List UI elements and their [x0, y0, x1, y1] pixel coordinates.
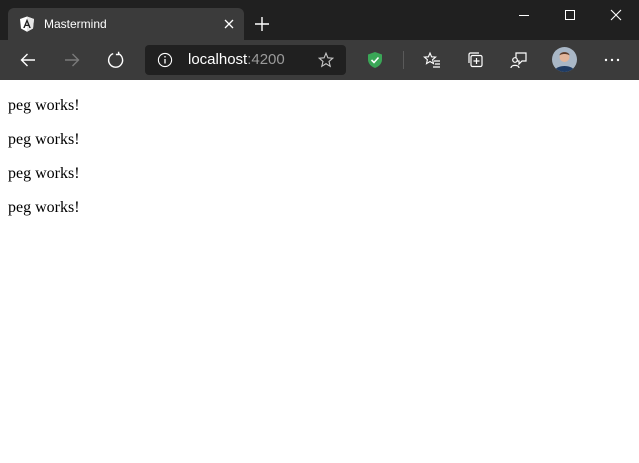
tab-strip: Mastermind: [0, 0, 639, 40]
collections-button[interactable]: [462, 46, 490, 74]
favorites-button[interactable]: [418, 46, 446, 74]
maximize-button[interactable]: [547, 0, 593, 32]
url-text[interactable]: localhost:4200: [188, 52, 285, 68]
forward-button[interactable]: [58, 46, 86, 74]
star-icon[interactable]: [317, 51, 335, 68]
page-content: peg works! peg works! peg works! peg wor…: [0, 80, 639, 463]
extension-shield-button[interactable]: [361, 46, 389, 74]
feedback-button[interactable]: [505, 46, 533, 74]
peg-text: peg works!: [8, 97, 80, 114]
maximize-icon: [565, 10, 575, 20]
peg-text: peg works!: [8, 165, 80, 182]
back-arrow-icon: [20, 53, 35, 67]
shield-check-icon: [368, 52, 382, 68]
tab-title: Mastermind: [44, 17, 107, 31]
refresh-icon: [107, 51, 124, 68]
close-window-button[interactable]: [593, 0, 639, 32]
peg-text: peg works!: [8, 131, 80, 148]
info-icon[interactable]: [157, 52, 173, 68]
more-options-button[interactable]: [598, 46, 626, 74]
close-icon: [610, 9, 622, 21]
new-tab-icon[interactable]: [252, 14, 272, 34]
close-tab-icon[interactable]: [222, 17, 236, 31]
feedback-icon: [510, 52, 527, 69]
favorites-icon: [423, 51, 440, 68]
collections-icon: [468, 52, 483, 68]
browser-window: Mastermind localhost:4200 peg works! peg…: [0, 0, 639, 463]
minimize-icon: [519, 15, 529, 16]
toolbar-divider: [403, 51, 404, 69]
back-button[interactable]: [14, 46, 42, 74]
address-bar[interactable]: localhost:4200: [145, 45, 346, 75]
more-icon: [604, 58, 620, 62]
forward-arrow-icon: [65, 53, 80, 67]
profile-avatar[interactable]: [552, 47, 577, 72]
angular-icon: [19, 16, 35, 32]
url-port: :4200: [247, 51, 285, 68]
refresh-button[interactable]: [102, 46, 130, 74]
minimize-button[interactable]: [501, 0, 547, 32]
url-host: localhost: [188, 51, 248, 68]
peg-text: peg works!: [8, 199, 80, 216]
tab-mastermind[interactable]: Mastermind: [8, 8, 244, 40]
